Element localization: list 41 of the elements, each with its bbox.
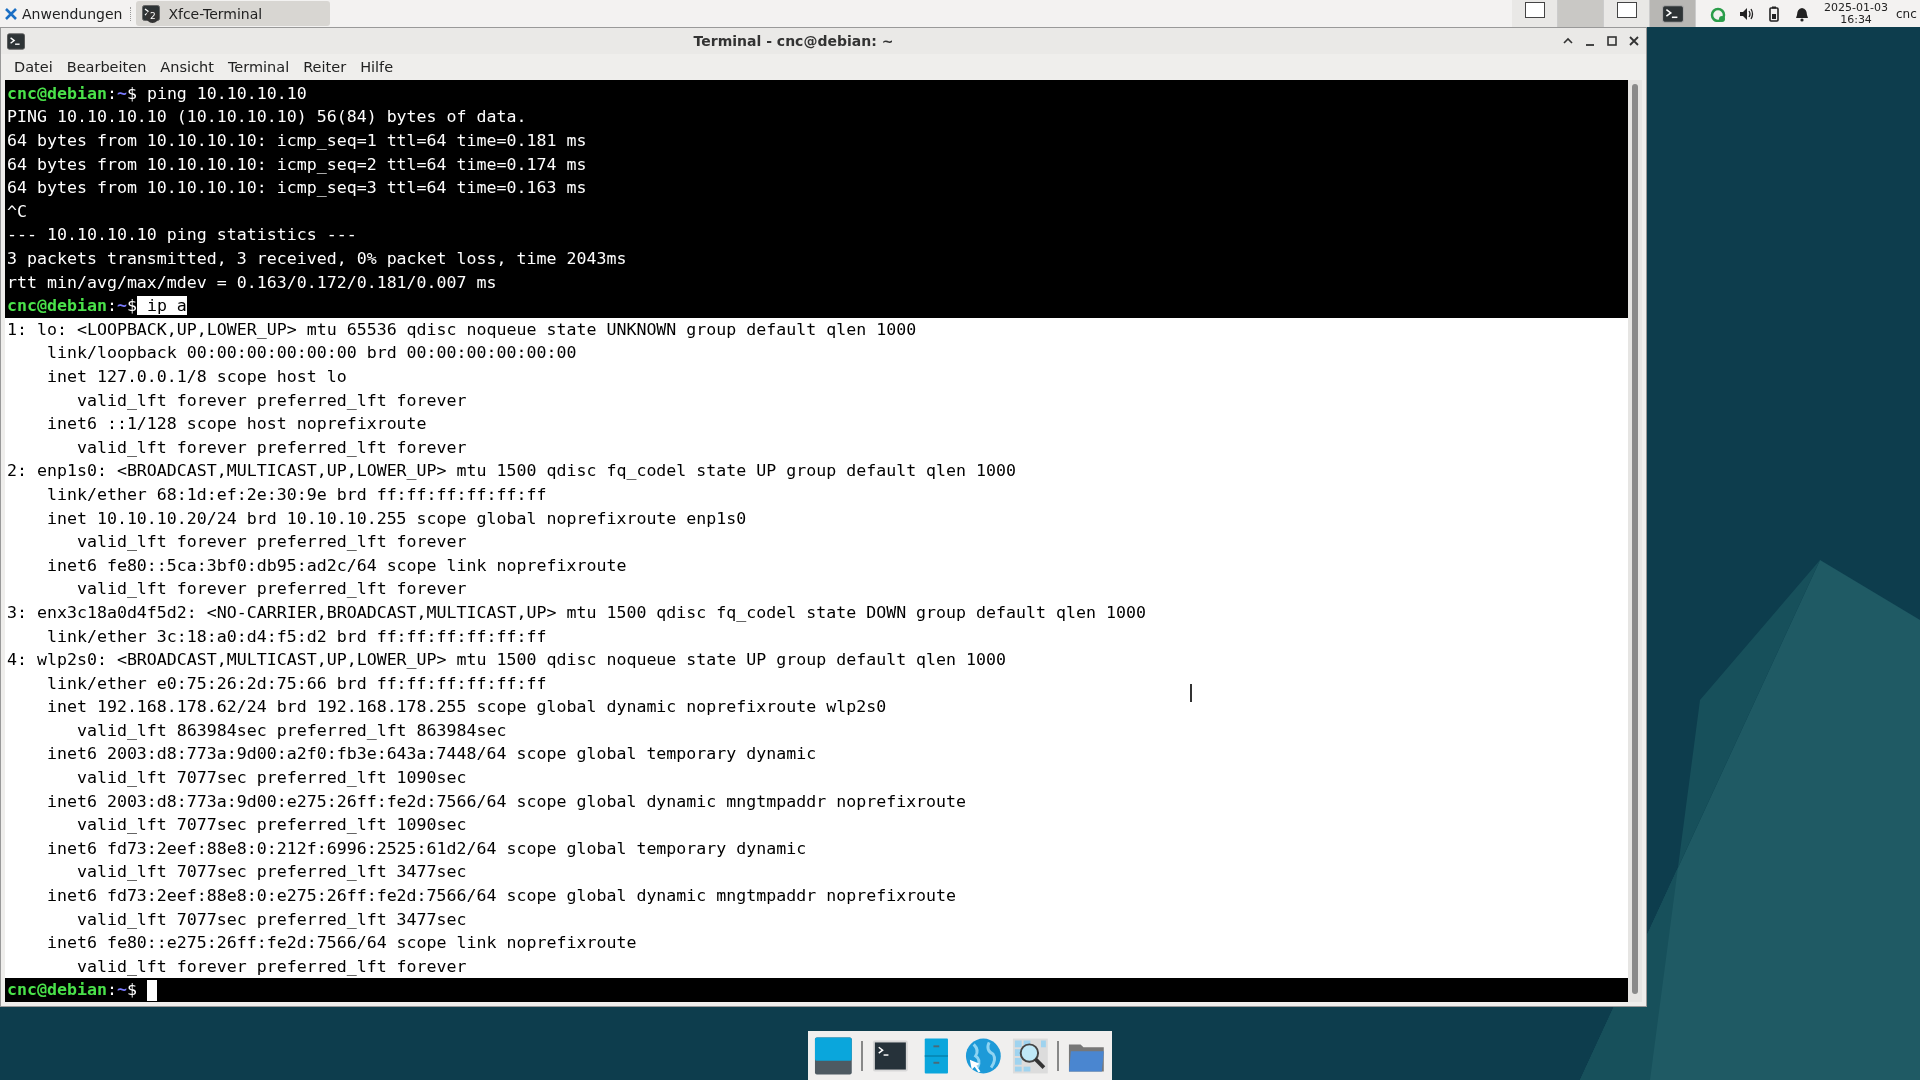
terminal-line: --- 10.10.10.10 ping statistics ---: [6, 224, 358, 247]
menu-item[interactable]: Terminal: [220, 59, 297, 76]
command-text: ip a: [136, 296, 187, 316]
command-text: ping 10.10.10.10: [145, 83, 307, 103]
scrollbar-thumb[interactable]: [1632, 83, 1638, 994]
window-title: Terminal - cnc@debian: ~: [692, 33, 895, 50]
menu-item[interactable]: Bearbeiten: [59, 59, 154, 76]
close-button[interactable]: [1628, 35, 1640, 48]
window-thumbnail: [1616, 2, 1637, 18]
applications-menu[interactable]: Anwendungen: [0, 0, 127, 27]
terminal-line: 3 packets transmitted, 3 received, 0% packet loss, time 2043ms: [6, 248, 628, 270]
x-logo-icon: [4, 5, 18, 22]
network-icon[interactable]: [1710, 5, 1727, 22]
menu-item[interactable]: Datei: [7, 59, 60, 76]
terminal-line: 64 bytes from 10.10.10.10: icmp_seq=2 ttl=64 time=0.174 ms: [6, 153, 588, 176]
clock-time: 16:34: [1839, 13, 1873, 26]
bell-icon[interactable]: [1794, 5, 1811, 22]
menu-item[interactable]: Hilfe: [353, 59, 401, 76]
menu-item[interactable]: Ansicht: [153, 59, 221, 76]
shell-prompt: cnc@debian:~$: [7, 980, 137, 1000]
maximize-button[interactable]: [1606, 35, 1618, 48]
terminal-line: ^C: [6, 200, 28, 223]
menu-item[interactable]: Reiter: [296, 59, 354, 76]
scrollbar[interactable]: [1628, 79, 1642, 1002]
terminal-icon: [7, 32, 25, 50]
workspace-cell[interactable]: [1558, 0, 1605, 27]
shell-prompt: cnc@debian:~$: [7, 83, 137, 103]
terminal-line: 64 bytes from 10.10.10.10: icmp_seq=3 ttl=64 time=0.163 ms: [6, 177, 588, 200]
clock-date: 2025-01-03: [1824, 1, 1888, 14]
terminal-line: PING 10.10.10.10 (10.10.10.10) 56(84) bytes of data.: [6, 106, 528, 129]
terminal-line: rtt min/avg/max/mdev = 0.163/0.172/0.181/0.007 ms: [6, 271, 498, 294]
workspace-cell[interactable]: [1650, 0, 1697, 27]
window-thumbnail: [1524, 2, 1545, 18]
terminal-icon: [1661, 4, 1684, 23]
shell-prompt: cnc@debian:~$: [7, 296, 137, 316]
workspace-cell[interactable]: [1604, 0, 1651, 27]
user-name[interactable]: cnc: [1896, 6, 1920, 21]
taskbar-button[interactable]: 2 Xfce-Terminal: [136, 1, 331, 26]
workspace-cell[interactable]: [1512, 0, 1559, 27]
clock[interactable]: 2025-01-03 16:34: [1824, 1, 1888, 26]
terminal-line: 64 bytes from 10.10.10.10: icmp_seq=1 ttl=64 time=0.181 ms: [6, 130, 588, 153]
